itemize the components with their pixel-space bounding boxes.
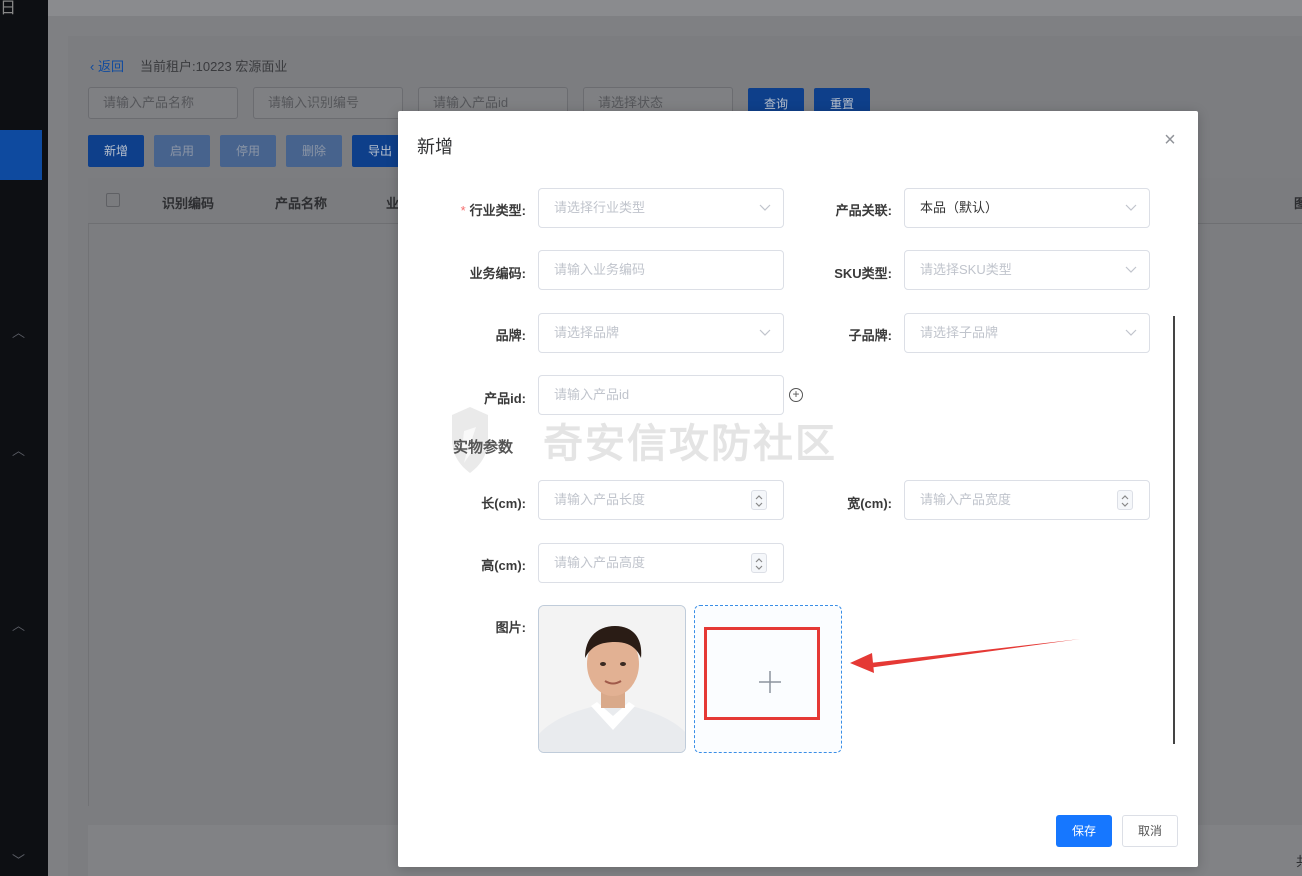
sub-brand-placeholder: 请选择子品牌 xyxy=(920,325,999,340)
product-link-label: 产品关联: xyxy=(835,203,892,218)
brand-placeholder: 请选择品牌 xyxy=(554,325,620,340)
annotation-arrow xyxy=(850,639,1080,673)
stepper-icon[interactable] xyxy=(751,490,767,510)
filter-status-text: 请选择状态 xyxy=(598,95,664,110)
required-marker: * xyxy=(460,203,466,218)
chevron-down-icon xyxy=(759,189,771,212)
sub-brand-select[interactable]: 请选择子品牌 xyxy=(904,313,1150,353)
back-link[interactable]: ‹ 返回 xyxy=(90,56,124,75)
filter-code[interactable]: 请输入识别编号 xyxy=(253,87,403,119)
length-placeholder: 请输入产品长度 xyxy=(554,492,646,507)
add-dialog: 新增 × * 行业类型: 请选择行业类型 产品关联: 本品（默认） 业务编码: 请… xyxy=(398,111,1198,867)
height-placeholder: 请输入产品高度 xyxy=(554,555,646,570)
chevron-down-icon[interactable]: ﹀ xyxy=(12,850,25,869)
delete-button[interactable]: 删除 xyxy=(286,135,342,167)
back-label[interactable]: 返回 xyxy=(98,59,124,74)
chevron-down-icon xyxy=(759,314,771,337)
brand-label: 品牌: xyxy=(495,328,526,343)
disable-button[interactable]: 停用 xyxy=(220,135,276,167)
column-header: 产品名称 xyxy=(275,196,328,211)
top-bar xyxy=(48,0,1302,16)
width-label: 宽(cm): xyxy=(847,496,892,511)
portrait-image xyxy=(539,606,685,752)
product-id-label: 产品id: xyxy=(484,391,526,406)
height-input[interactable]: 请输入产品高度 xyxy=(538,543,784,583)
stepper-icon[interactable] xyxy=(1117,490,1133,510)
filter-product-name[interactable]: 请输入产品名称 xyxy=(88,87,238,119)
width-placeholder: 请输入产品宽度 xyxy=(920,492,1012,507)
industry-label-text: 行业类型: xyxy=(469,203,526,218)
enable-button[interactable]: 启用 xyxy=(154,135,210,167)
tenant-info: 当前租户:10223 宏源面业 xyxy=(140,59,288,74)
chevron-down-icon xyxy=(1125,314,1137,337)
add-button[interactable]: 新增 xyxy=(88,135,144,167)
plus-icon[interactable] xyxy=(756,668,784,696)
physical-params-title: 实物参数 xyxy=(453,439,514,456)
stepper-icon[interactable] xyxy=(751,553,767,573)
product-link-value: 本品（默认） xyxy=(920,200,999,215)
save-button[interactable]: 保存 xyxy=(1056,815,1112,847)
product-id-input[interactable]: 请输入产品id xyxy=(538,375,784,415)
business-code-label: 业务编码: xyxy=(469,266,526,281)
height-label: 高(cm): xyxy=(481,558,526,573)
product-link-select[interactable]: 本品（默认） xyxy=(904,188,1150,228)
add-circle-icon[interactable]: + xyxy=(789,388,803,402)
chevron-down-icon xyxy=(1125,189,1137,212)
close-icon[interactable]: × xyxy=(1162,130,1178,150)
sidebar-top-glyph: 日 xyxy=(0,0,17,17)
chevron-up-icon[interactable]: ︿ xyxy=(12,440,25,459)
chevron-up-icon[interactable]: ︿ xyxy=(12,615,25,634)
business-code-input[interactable]: 请输入业务编码 xyxy=(538,250,784,290)
watermark: 奇安信攻防社区 xyxy=(543,422,837,466)
sku-type-select[interactable]: 请选择SKU类型 xyxy=(904,250,1150,290)
image-label: 图片: xyxy=(495,620,526,635)
cancel-button[interactable]: 取消 xyxy=(1122,815,1178,847)
column-header: 图 xyxy=(1294,196,1302,211)
industry-select[interactable]: 请选择行业类型 xyxy=(538,188,784,228)
pagination-total: 共 xyxy=(1296,851,1302,870)
chevron-up-icon[interactable]: ︿ xyxy=(12,322,25,341)
sidebar-active-item[interactable] xyxy=(0,130,42,180)
sku-type-label: SKU类型: xyxy=(834,266,892,281)
select-all-checkbox[interactable] xyxy=(106,193,120,207)
brand-select[interactable]: 请选择品牌 xyxy=(538,313,784,353)
dialog-scrollbar[interactable] xyxy=(1173,316,1175,744)
dialog-title: 新增 xyxy=(417,137,453,157)
column-header: 识别编码 xyxy=(162,196,215,211)
sub-brand-label: 子品牌: xyxy=(848,328,892,343)
industry-label: * 行业类型: xyxy=(426,200,526,219)
industry-placeholder: 请选择行业类型 xyxy=(554,200,646,215)
sku-type-placeholder: 请选择SKU类型 xyxy=(920,262,1012,277)
length-input[interactable]: 请输入产品长度 xyxy=(538,480,784,520)
sidebar: 日 ︿ ︿ ︿ ﹀ xyxy=(0,0,48,876)
chevron-down-icon xyxy=(1125,251,1137,274)
width-input[interactable]: 请输入产品宽度 xyxy=(904,480,1150,520)
uploaded-photo[interactable] xyxy=(538,605,686,753)
length-label: 长(cm): xyxy=(481,496,526,511)
